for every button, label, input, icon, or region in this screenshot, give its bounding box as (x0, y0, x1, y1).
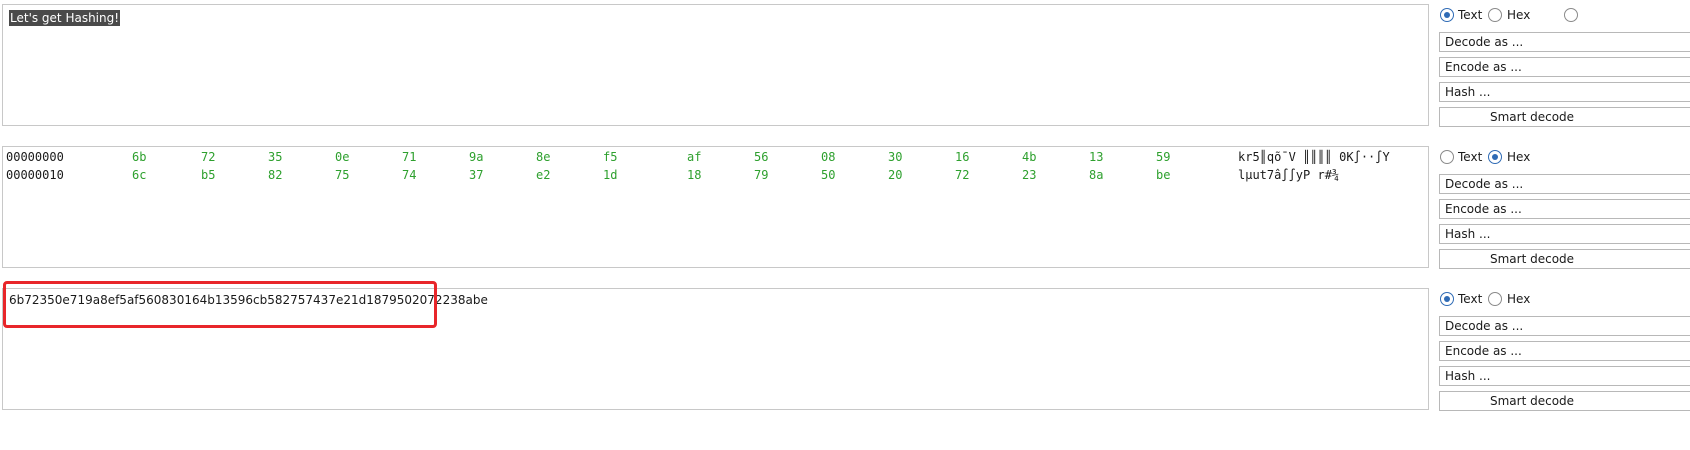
hex-byte: 35 (268, 150, 283, 164)
hex-byte: 82 (268, 168, 283, 182)
hex-byte: 0e (335, 150, 350, 164)
hex-byte: 30 (888, 150, 903, 164)
smart-decode-button[interactable]: Smart decode (1439, 391, 1690, 411)
hex-radio-label[interactable]: Hex (1507, 292, 1530, 306)
hex-byte: b5 (201, 168, 216, 182)
hex-radio-button[interactable] (1488, 8, 1502, 22)
hex-byte: 1d (603, 168, 618, 182)
hex-byte: e2 (536, 168, 551, 182)
hex-byte: 6b (132, 150, 147, 164)
hex-byte: 75 (335, 168, 350, 182)
hex-byte: f5 (603, 150, 618, 164)
mode-radio-group: Text Hex (1438, 288, 1690, 310)
hex-ascii: kr5║qõˉV ║║║║ 0K∫··∫Y (1238, 150, 1390, 164)
extra-radio-button[interactable] (1564, 8, 1578, 22)
hex-byte: 20 (888, 168, 903, 182)
hex-byte: 23 (1022, 168, 1037, 182)
selected-input-text: Let's get Hashing! (9, 10, 121, 26)
hex-view-area[interactable]: 00000000 6b 72 35 0e 71 9a 8e f5 af 56 0… (2, 146, 1429, 268)
input-text-area[interactable]: Let's get Hashing! (2, 4, 1429, 126)
text-radio-label[interactable]: Text (1458, 150, 1482, 164)
hex-byte: 8e (536, 150, 551, 164)
mode-radio-group: Text Hex (1438, 4, 1690, 26)
hex-byte: 16 (955, 150, 970, 164)
hex-byte: 50 (821, 168, 836, 182)
text-radio-button[interactable] (1440, 150, 1454, 164)
text-radio-button[interactable] (1440, 8, 1454, 22)
hex-byte: 72 (955, 168, 970, 182)
hex-radio-button[interactable] (1488, 150, 1502, 164)
hash-dropdown[interactable]: Hash ... (1439, 224, 1690, 244)
hex-byte: 74 (402, 168, 417, 182)
hex-byte: 8a (1089, 168, 1104, 182)
hex-byte: 79 (754, 168, 769, 182)
mode-radio-group: Text Hex (1438, 146, 1690, 168)
smart-decode-button[interactable]: Smart decode (1439, 249, 1690, 269)
hex-radio-label[interactable]: Hex (1507, 8, 1530, 22)
hex-byte: 4b (1022, 150, 1037, 164)
hex-byte: 59 (1156, 150, 1171, 164)
smart-decode-button[interactable]: Smart decode (1439, 107, 1690, 127)
encode-as-dropdown[interactable]: Encode as ... (1439, 57, 1690, 77)
hex-byte: 08 (821, 150, 836, 164)
hex-byte: 18 (687, 168, 702, 182)
text-radio-label[interactable]: Text (1458, 292, 1482, 306)
hex-byte: 72 (201, 150, 216, 164)
hex-byte: 37 (469, 168, 484, 182)
hex-byte: 9a (469, 150, 484, 164)
hex-byte: 56 (754, 150, 769, 164)
decode-as-dropdown[interactable]: Decode as ... (1439, 32, 1690, 52)
hex-offset: 00000000 (6, 150, 64, 164)
hex-offset: 00000010 (6, 168, 64, 182)
hex-ascii: lµut7â∫∫yP r#¾ (1238, 168, 1340, 182)
hash-output-text: 6b72350e719a8ef5af560830164b13596cb58275… (9, 293, 488, 307)
encode-as-dropdown[interactable]: Encode as ... (1439, 199, 1690, 219)
text-radio-button[interactable] (1440, 292, 1454, 306)
hex-byte: 71 (402, 150, 417, 164)
output-text-area[interactable]: 6b72350e719a8ef5af560830164b13596cb58275… (2, 288, 1429, 410)
hex-byte: 6c (132, 168, 147, 182)
hash-dropdown[interactable]: Hash ... (1439, 82, 1690, 102)
hash-dropdown[interactable]: Hash ... (1439, 366, 1690, 386)
hex-byte: be (1156, 168, 1171, 182)
decode-as-dropdown[interactable]: Decode as ... (1439, 316, 1690, 336)
hex-radio-label[interactable]: Hex (1507, 150, 1530, 164)
hex-radio-button[interactable] (1488, 292, 1502, 306)
hex-byte: af (687, 150, 702, 164)
decode-as-dropdown[interactable]: Decode as ... (1439, 174, 1690, 194)
text-radio-label[interactable]: Text (1458, 8, 1482, 22)
hex-byte: 13 (1089, 150, 1104, 164)
encode-as-dropdown[interactable]: Encode as ... (1439, 341, 1690, 361)
